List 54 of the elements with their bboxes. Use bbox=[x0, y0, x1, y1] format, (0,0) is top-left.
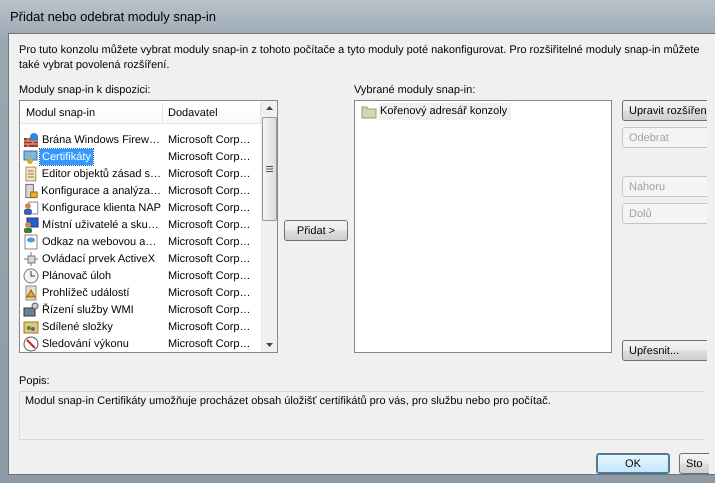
snap-in-name[interactable]: Sledování výkonu bbox=[40, 336, 131, 352]
grip-icon bbox=[266, 166, 273, 172]
available-label: Moduly snap-in k dispozici: bbox=[19, 83, 152, 98]
window-title: Přidat nebo odebrat moduly snap-in bbox=[10, 9, 216, 24]
selected-label: Vybrané moduly snap-in: bbox=[354, 83, 476, 98]
description-text: Modul snap-in Certifikáty umožňuje procházet obsah úložišť certifikátů pro vás, pro službu nebo pro počítač. bbox=[25, 395, 551, 407]
vendor-cell-text: Microsoft Corp… bbox=[167, 168, 251, 180]
snap-in-name[interactable]: Brána Windows Firew… bbox=[40, 132, 162, 148]
snap-in-name[interactable]: Sdílené složky bbox=[40, 318, 115, 335]
snap-in-icon bbox=[23, 166, 39, 182]
vendor-cell-text: Microsoft Corp… bbox=[167, 151, 251, 164]
vendor-cell-text: Microsoft Corp… bbox=[167, 252, 251, 265]
vendor-cell-text: Microsoft Corp… bbox=[167, 185, 251, 198]
snap-in-icon bbox=[23, 200, 39, 216]
scroll-thumb[interactable] bbox=[262, 117, 277, 221]
vendor-cell-text: Microsoft Corp… bbox=[167, 338, 251, 350]
vendor-cell-text: Microsoft Corp… bbox=[167, 270, 251, 282]
snap-in-icon bbox=[23, 302, 39, 318]
side-button[interactable]: Upravit rozšířen bbox=[622, 100, 707, 121]
snap-in-name[interactable]: Konfigurace a analýza… bbox=[39, 183, 163, 200]
snap-in-icon bbox=[23, 149, 39, 166]
vendor-cell-text: Microsoft Corp… bbox=[167, 304, 251, 316]
vendor-cell-text: Microsoft Corp… bbox=[167, 134, 251, 146]
snap-in-icon bbox=[23, 268, 39, 284]
snap-in-icon bbox=[23, 183, 38, 200]
description-label: Popis: bbox=[19, 374, 51, 389]
dialog-button[interactable]: Sto bbox=[679, 453, 709, 474]
intro-text: Pro tuto konzolu můžete vybrat moduly snap-in z tohoto počítače a tyto moduly poté nakonfigurovat. Pro rozšiřitelné moduly snap-in můžete také vybrat povolená rozšíření. bbox=[19, 43, 701, 73]
snap-in-icon bbox=[23, 234, 39, 250]
dialog-button[interactable]: OK bbox=[596, 453, 670, 474]
snap-in-name[interactable]: Ovládací prvek ActiveX bbox=[40, 250, 158, 267]
snap-in-name[interactable]: Plánovač úloh bbox=[40, 268, 114, 284]
vendor-cell-text: Microsoft Corp… bbox=[167, 236, 251, 248]
vendor-cell-text: Microsoft Corp… bbox=[167, 219, 251, 232]
snap-in-name[interactable]: Prohlížeč událostí bbox=[40, 284, 132, 301]
scrollbar[interactable] bbox=[261, 101, 277, 352]
snap-in-name[interactable]: Místní uživatelé a sku… bbox=[40, 217, 161, 234]
snap-in-icon bbox=[23, 250, 39, 267]
tree-item[interactable]: Kořenový adresář konzoly bbox=[379, 103, 512, 120]
add-button[interactable]: Přidat > bbox=[284, 220, 348, 241]
folder-icon bbox=[361, 104, 377, 118]
vendor-cell-text: Microsoft Corp… bbox=[167, 202, 251, 214]
snap-in-icon bbox=[23, 217, 39, 234]
side-button[interactable]: Upřesnit... bbox=[622, 340, 707, 361]
vendor-cell-text: Microsoft Corp… bbox=[167, 320, 251, 333]
snap-in-icon bbox=[23, 284, 39, 301]
snap-in-name[interactable]: Odkaz na webovou a… bbox=[40, 234, 158, 250]
column-header[interactable]: Modul snap-in bbox=[21, 103, 163, 123]
snap-in-name[interactable]: Konfigurace klienta NAP bbox=[40, 200, 163, 216]
snap-in-icon bbox=[23, 318, 39, 335]
vendor-cell-text: Microsoft Corp… bbox=[167, 286, 251, 299]
snap-in-name[interactable]: Řízení služby WMI bbox=[40, 302, 136, 318]
snap-in-name[interactable]: Editor objektů zásad s… bbox=[40, 166, 163, 182]
snap-in-icon bbox=[23, 132, 39, 148]
